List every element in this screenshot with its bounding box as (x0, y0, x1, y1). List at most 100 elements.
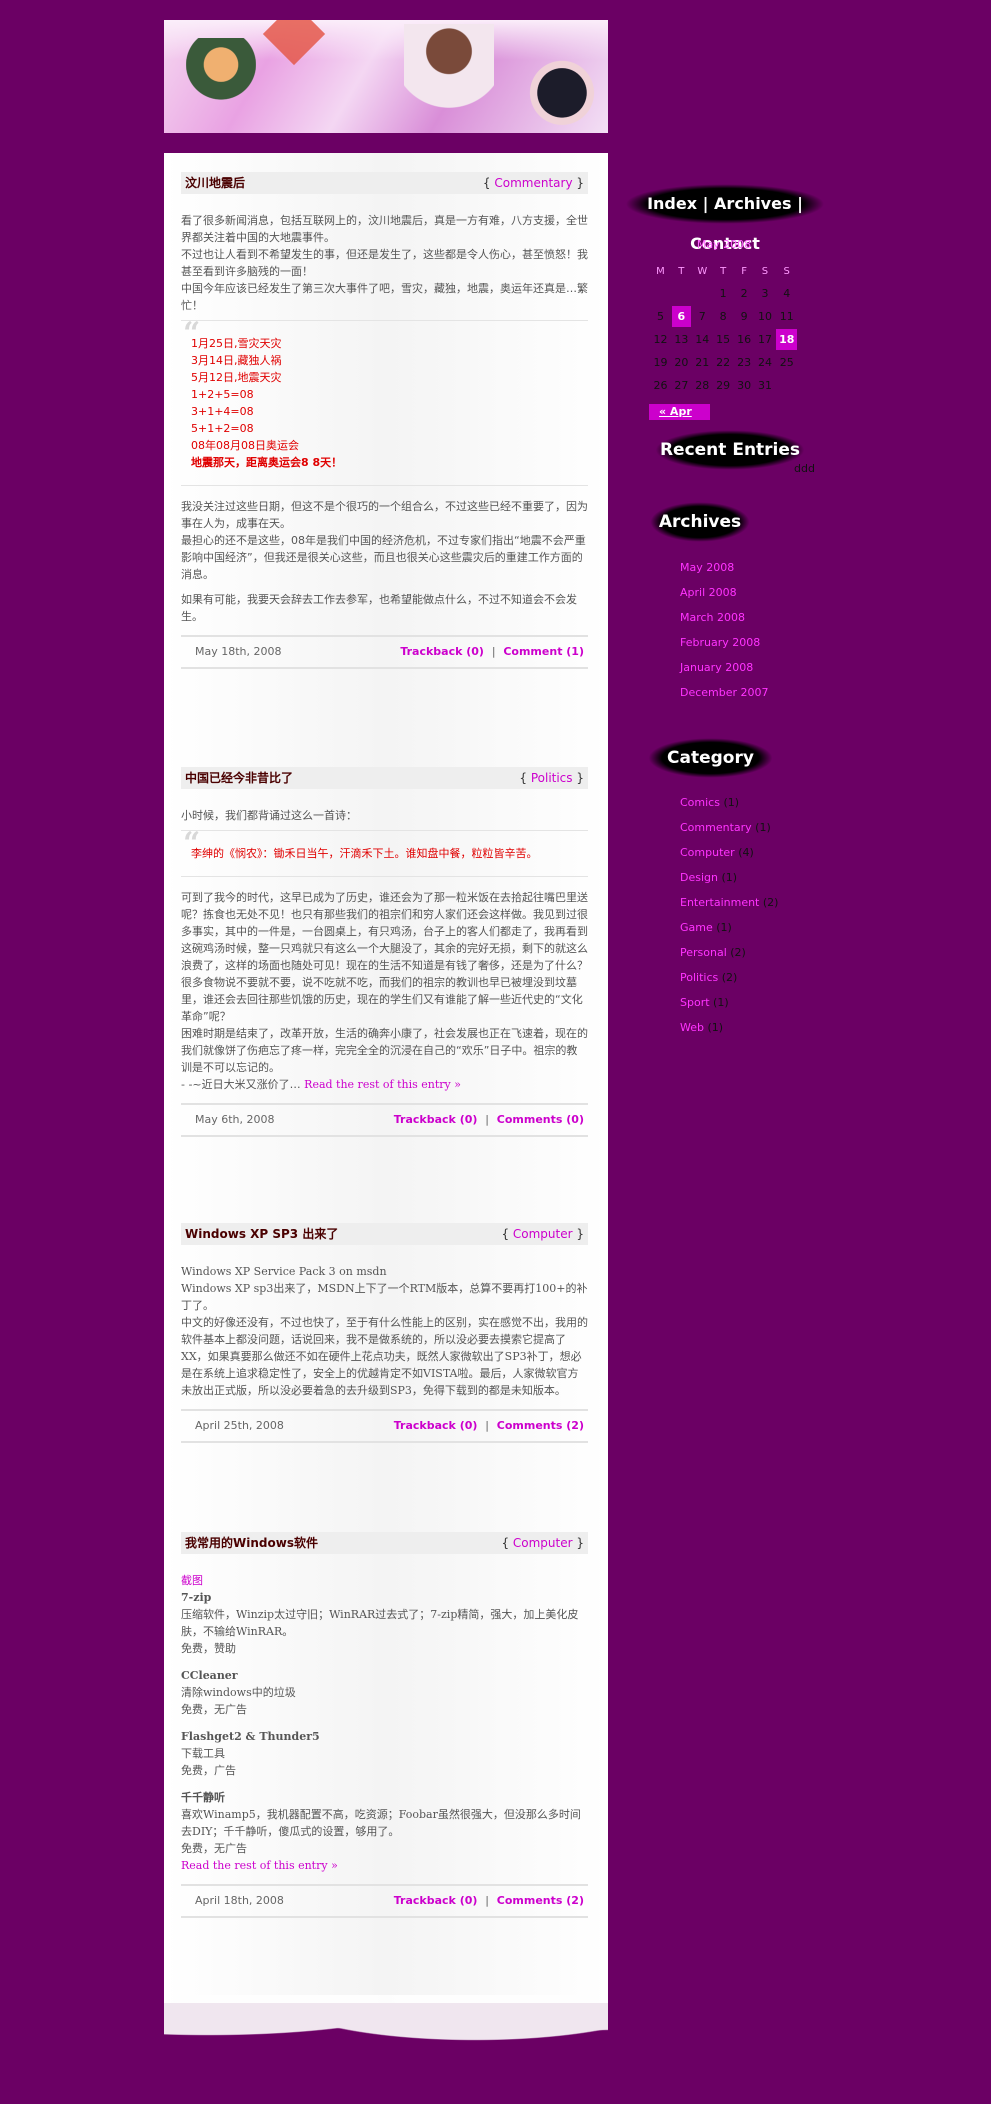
trackback-link[interactable]: Trackback (0) (394, 1419, 478, 1432)
calendar-day: 14 (695, 333, 710, 346)
post-category-link[interactable]: Computer (513, 1536, 573, 1550)
software-name: CCleaner (181, 1669, 238, 1682)
post-category-link[interactable]: Commentary (494, 176, 572, 190)
calendar-empty-cell (651, 283, 670, 304)
read-more-link[interactable]: Read the rest of this entry » (304, 1078, 461, 1091)
post-body: Windows XP Service Pack 3 on msdn Window… (181, 1263, 588, 1399)
calendar-day[interactable]: 18 (776, 329, 797, 350)
calendar-empty-cell (693, 283, 712, 304)
trackback-link[interactable]: Trackback (0) (400, 645, 484, 658)
calendar-day: 15 (716, 333, 731, 346)
category-link[interactable]: Personal (680, 946, 727, 959)
post-paragraph: 不过也让人看到不希望发生的事，但还是发生了，这些都是令人伤心，甚至愤怒！我甚至看… (181, 248, 588, 278)
post-title[interactable]: 我常用的Windows软件 (185, 1536, 318, 1550)
software-desc: 喜欢Winamp5，我机器配置不高，吃资源；Foobar虽然很强大，但没那么多时… (181, 1808, 581, 1838)
category-item: Computer (4) (680, 840, 778, 865)
calendar-day: 31 (757, 379, 772, 392)
read-more-link[interactable]: Read the rest of this entry » (181, 1859, 338, 1872)
archive-link[interactable]: March 2008 (680, 611, 745, 624)
category-link[interactable]: Game (680, 921, 713, 934)
trackback-link[interactable]: Trackback (0) (394, 1894, 478, 1907)
archive-link[interactable]: April 2008 (680, 586, 737, 599)
software-desc: 压缩软件，Winzip太过守旧；WinRAR过去式了；7-zip精简，强大，加上… (181, 1608, 579, 1638)
category-item: Personal (2) (680, 940, 778, 965)
category-count: (2) (762, 896, 779, 909)
screenshot-link[interactable]: 截图 (181, 1574, 203, 1587)
post-paragraph: - -~近日大米又涨价了… Read the rest of this entr… (181, 1076, 588, 1093)
comments-link[interactable]: Comments (2) (497, 1894, 584, 1907)
trackback-link[interactable]: Trackback (0) (394, 1113, 478, 1126)
category-link[interactable]: Commentary (680, 821, 752, 834)
post-category-link[interactable]: Politics (531, 771, 573, 785)
post-paragraph: 小时候，我们都背诵过这么一首诗： (181, 809, 357, 822)
post-paragraph: 看了很多新闻消息，包括互联网上的，汶川地震后，真是一方有难，八方支援，全世界都关… (181, 214, 588, 244)
calendar-day: 10 (757, 310, 772, 323)
comments-link[interactable]: Comments (0) (497, 1113, 584, 1126)
quote-line: 5月12日,地震天灾 (191, 371, 282, 384)
calendar-empty-cell (672, 283, 691, 304)
archive-item: January 2008 (680, 655, 769, 680)
calendar-day: 8 (719, 310, 727, 323)
category-link[interactable]: Politics (680, 971, 718, 984)
software-license: 免费，无广告 (181, 1842, 247, 1855)
weekday-label: T (720, 265, 727, 277)
post-date: April 18th, 2008 (195, 1894, 284, 1907)
post-title[interactable]: 汶川地震后 (185, 176, 245, 190)
post-meta-links: Trackback (0) | Comments (0) (394, 1105, 584, 1135)
calendar-day: 13 (674, 333, 689, 346)
software-license: 免费，赞助 (181, 1642, 236, 1655)
post-title[interactable]: 中国已经今非昔比了 (185, 771, 293, 785)
recent-entries-heading: Recent Entries (655, 430, 805, 470)
quote-mark-icon: “ (183, 316, 201, 351)
quote-line: 3+1+4=08 (191, 405, 254, 418)
post-paragraph: 最担心的还不是这些，08年是我们中国的经济危机，不过专家们指出“地震不会严重影响… (181, 534, 586, 581)
category-link[interactable]: Comics (680, 796, 720, 809)
calendar-week: 26 27 28 29 30 31 (651, 375, 797, 396)
software-name: 千千静听 (181, 1791, 225, 1804)
post-category: { Computer } (501, 1536, 584, 1550)
category-link[interactable]: Entertainment (680, 896, 759, 909)
post-category: { Computer } (501, 1227, 584, 1241)
category-link[interactable]: Computer (680, 846, 735, 859)
calendar-day: 11 (779, 310, 794, 323)
nav-archives-link[interactable]: Archives (714, 194, 791, 213)
calendar-day[interactable]: 6 (671, 306, 691, 327)
category-count: (1) (755, 821, 771, 834)
weekday-label: S (783, 265, 790, 277)
calendar-day: 20 (674, 356, 689, 369)
category-link[interactable]: Design (680, 871, 718, 884)
blockquote: “ 1月25日,雪灾天灾 3月14日,藏独人祸 5月12日,地震天灾 1+2+5… (181, 316, 588, 486)
calendar-day: 24 (757, 356, 772, 369)
archive-item: May 2008 (680, 555, 769, 580)
post-title[interactable]: Windows XP SP3 出来了 (185, 1227, 338, 1241)
category-count: (2) (721, 971, 738, 984)
archive-link[interactable]: May 2008 (680, 561, 734, 574)
calendar-day: 7 (698, 310, 706, 323)
archive-link[interactable]: December 2007 (680, 686, 769, 699)
calendar-day: 16 (737, 333, 752, 346)
calendar-prev-month[interactable]: « Apr (649, 404, 710, 420)
post-meta-links: Trackback (0) | Comments (2) (394, 1886, 584, 1916)
archive-link[interactable]: January 2008 (680, 661, 753, 674)
meta-separator: | (485, 1113, 490, 1126)
comments-link[interactable]: Comments (2) (497, 1419, 584, 1432)
category-item: Comics (1) (680, 790, 778, 815)
category-link[interactable]: Web (680, 1021, 704, 1034)
quote-line: 李绅的《悯农》：锄禾日当午，汗滴禾下土。谁知盘中餐，粒粒皆辛苦。 (191, 847, 538, 860)
post-body: 小时候，我们都背诵过这么一首诗： “ 李绅的《悯农》：锄禾日当午，汗滴禾下土。谁… (181, 807, 588, 1093)
category-link[interactable]: Sport (680, 996, 710, 1009)
category-item: Politics (2) (680, 965, 778, 990)
blockquote: “ 李绅的《悯农》：锄禾日当午，汗滴禾下土。谁知盘中餐，粒粒皆辛苦。 (181, 829, 588, 877)
category-item: Commentary (1) (680, 815, 778, 840)
post-category-link[interactable]: Computer (513, 1227, 573, 1241)
archive-link[interactable]: February 2008 (680, 636, 760, 649)
post-title-bar: 中国已经今非昔比了 { Politics } (181, 767, 588, 789)
calendar-day: 1 (719, 287, 727, 300)
comments-link[interactable]: Comment (1) (503, 645, 584, 658)
nav-index-link[interactable]: Index (647, 194, 697, 213)
banner-figure-center (404, 24, 494, 133)
category-count: (1) (707, 1021, 724, 1034)
post-paragraph: 如果有可能，我要天会辞去工作去参军，也希望能做点什么，不过不知道会不会发生。 (181, 593, 577, 623)
software-desc: 清除windows中的垃圾 (181, 1686, 296, 1699)
main-column-torn-edge (164, 1995, 608, 2065)
